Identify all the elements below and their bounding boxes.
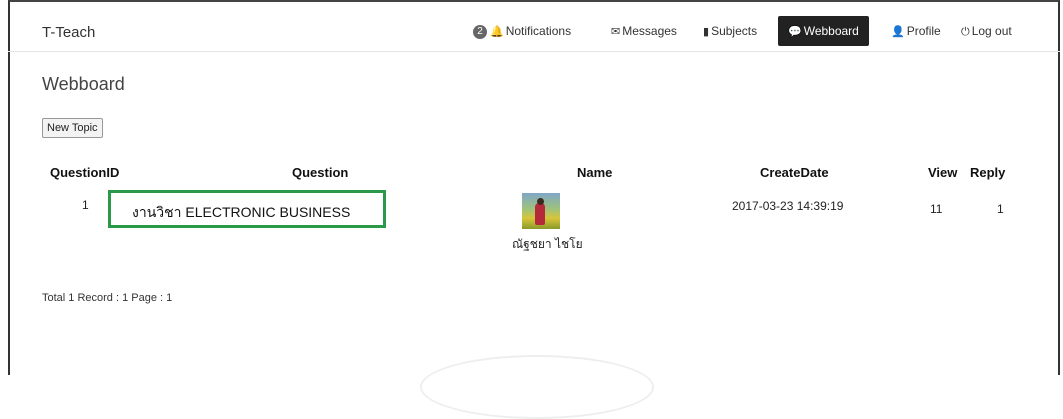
- nav-webboard[interactable]: 💬 Webboard: [778, 16, 869, 46]
- header-name: Name: [577, 165, 613, 180]
- row-view-count: 11: [930, 202, 943, 216]
- bell-icon: 🔔: [490, 26, 504, 38]
- top-navbar: T-Teach 2 🔔 Notifications ✉ Messages ▮ Subje…: [8, 2, 1060, 52]
- avatar-head: [537, 198, 544, 205]
- window-frame: [8, 0, 1060, 375]
- row-reply-count: 1: [997, 202, 1004, 216]
- header-create-date: CreateDate: [760, 165, 829, 180]
- notification-count-badge: 2: [473, 25, 487, 39]
- envelope-icon: ✉: [611, 26, 621, 38]
- header-reply: Reply: [970, 165, 1006, 180]
- row-author-name: ณัฐชยา ไชโย: [512, 237, 583, 251]
- header-question-id: QuestionID: [50, 165, 120, 180]
- power-icon: ⏻: [961, 26, 970, 38]
- book-icon: ▮: [703, 26, 710, 38]
- page-title: Webboard: [42, 74, 125, 94]
- row-create-date: 2017-03-23 14:39:19: [732, 199, 844, 213]
- watermark-seal: [420, 355, 654, 419]
- avatar: [522, 193, 560, 229]
- user-icon: 👤: [891, 26, 905, 38]
- nav-profile-label: Profile: [906, 24, 941, 38]
- nav-notifications-label: Notifications: [505, 24, 572, 38]
- question-link[interactable]: งานวิชา ELECTRONIC BUSINESS: [132, 202, 350, 224]
- pagination-summary: Total 1 Record : 1 Page : 1: [42, 292, 173, 304]
- comment-icon: 💬: [788, 26, 802, 38]
- nav-messages[interactable]: ✉ Messages: [611, 16, 677, 46]
- new-topic-button[interactable]: New Topic: [42, 118, 103, 138]
- nav-logout[interactable]: ⏻ Log out: [961, 16, 1012, 46]
- row-question-id: 1: [82, 198, 89, 212]
- nav-subjects-label: Subjects: [711, 24, 758, 38]
- nav-profile[interactable]: 👤 Profile: [891, 16, 941, 46]
- nav-subjects[interactable]: ▮ Subjects: [703, 16, 757, 46]
- nav-notifications[interactable]: 2 🔔 Notifications: [473, 16, 571, 46]
- nav-messages-label: Messages: [622, 24, 677, 38]
- nav-logout-label: Log out: [971, 24, 1012, 38]
- header-question: Question: [292, 165, 349, 180]
- brand-logo[interactable]: T-Teach: [42, 24, 95, 41]
- nav-webboard-label: Webboard: [803, 24, 859, 38]
- header-view: View: [928, 165, 958, 180]
- avatar-figure: [535, 203, 545, 225]
